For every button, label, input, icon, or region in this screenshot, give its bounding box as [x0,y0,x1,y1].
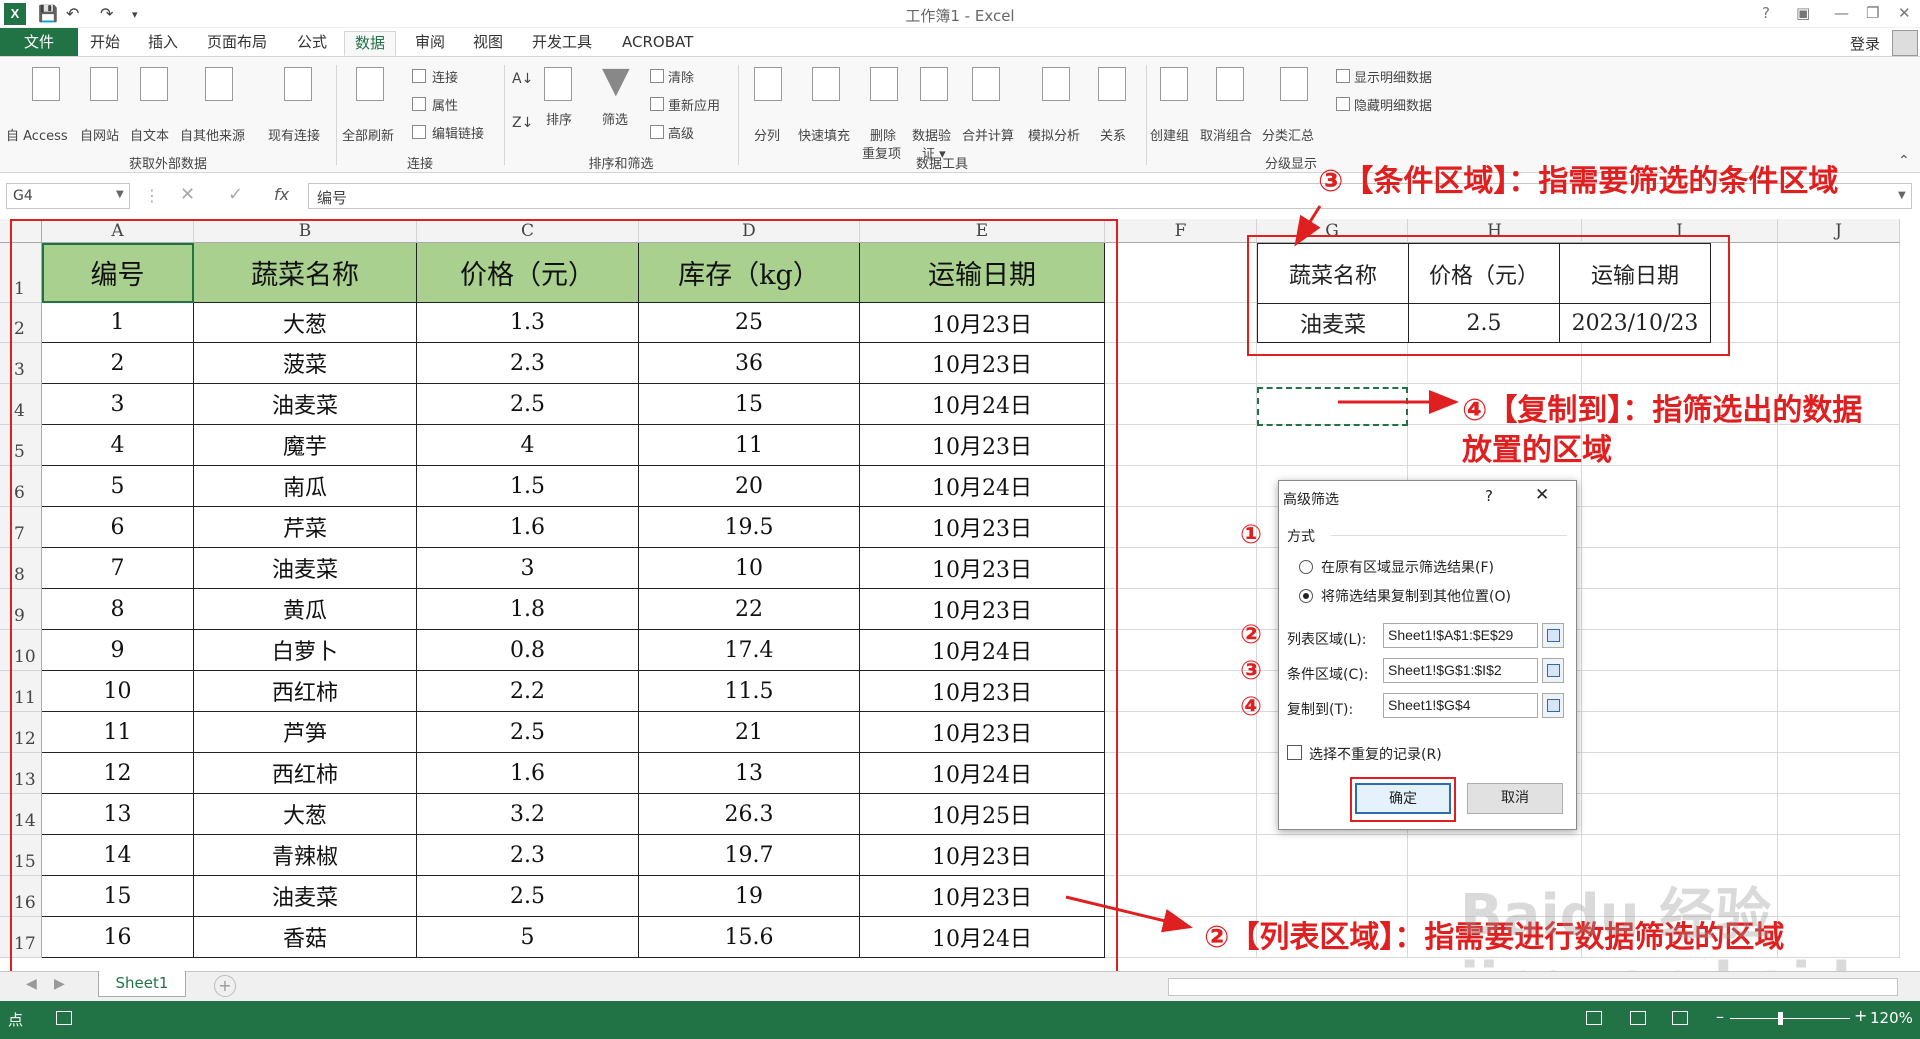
sheet-tab-sheet1[interactable]: Sheet1 [98,971,186,997]
normal-view-icon[interactable] [1586,1011,1602,1025]
criteria-range-label: 条件区域(C): [1287,667,1369,683]
scroll-sheets-left-icon[interactable]: ◀ [26,976,37,992]
mode-label: 方式 [1287,529,1315,545]
dialog-help-button[interactable]: ? [1485,487,1493,505]
criteria-range-collapse-icon[interactable] [1542,658,1564,683]
zoom-out-icon[interactable]: – [1716,1007,1724,1026]
mode-divider [1331,535,1567,536]
in-place-radio[interactable] [1299,560,1313,574]
sheet-tab-bar: ◀ ▶ Sheet1 + [0,971,1920,1001]
annotation-copy-to-line1: ④【复制到】：指筛选出的数据 [1462,393,1863,428]
list-range-collapse-icon[interactable] [1542,623,1564,648]
dialog-title: 高级筛选 [1283,492,1339,508]
unique-records-checkbox[interactable] [1287,745,1302,760]
cancel-button[interactable]: 取消 [1467,783,1563,814]
copy-to-input[interactable]: Sheet1!$G$4 [1383,693,1538,718]
list-range-input[interactable]: Sheet1!$A$1:$E$29 [1383,623,1538,648]
page-layout-view-icon[interactable] [1630,1011,1646,1025]
zoom-in-icon[interactable]: + [1854,1006,1867,1025]
status-text: 点 [8,1011,24,1029]
marker-1: ① [1240,520,1263,550]
scroll-sheets-right-icon[interactable]: ▶ [54,976,65,992]
copy-elsewhere-radio[interactable] [1299,589,1313,603]
annotation-copy-to-line2: 放置的区域 [1462,433,1612,468]
copy-to-collapse-icon[interactable] [1542,693,1564,718]
marker-4: ④ [1240,692,1263,722]
list-range-label: 列表区域(L): [1287,632,1367,648]
page-break-view-icon[interactable] [1672,1011,1688,1025]
in-place-label[interactable]: 在原有区域显示筛选结果(F) [1321,557,1494,577]
macro-record-icon[interactable] [56,1011,72,1025]
zoom-level[interactable]: 120% [1870,1009,1913,1027]
horizontal-scrollbar[interactable] [1168,978,1898,996]
zoom-slider-thumb[interactable] [1778,1012,1783,1025]
marker-3: ③ [1240,656,1263,686]
ok-button-highlight [1350,777,1456,822]
copy-elsewhere-label[interactable]: 将筛选结果复制到其他位置(O) [1321,586,1511,606]
annotation-condition-range: ③【条件区域】：指需要筛选的条件区域 [1318,164,1839,199]
status-bar: 点 – + 120% [0,1001,1920,1039]
unique-records-label[interactable]: 选择不重复的记录(R) [1309,744,1442,764]
add-sheet-icon[interactable]: + [214,975,236,997]
copy-to-label: 复制到(T): [1287,702,1354,718]
criteria-range-input[interactable]: Sheet1!$G$1:$I$2 [1383,658,1538,683]
zoom-slider[interactable] [1730,1018,1850,1019]
advanced-filter-dialog: 高级筛选 ? ✕ 方式 在原有区域显示筛选结果(F) 将筛选结果复制到其他位置(… [1278,480,1577,830]
marker-2: ② [1240,620,1263,650]
dialog-close-button[interactable]: ✕ [1535,485,1549,505]
